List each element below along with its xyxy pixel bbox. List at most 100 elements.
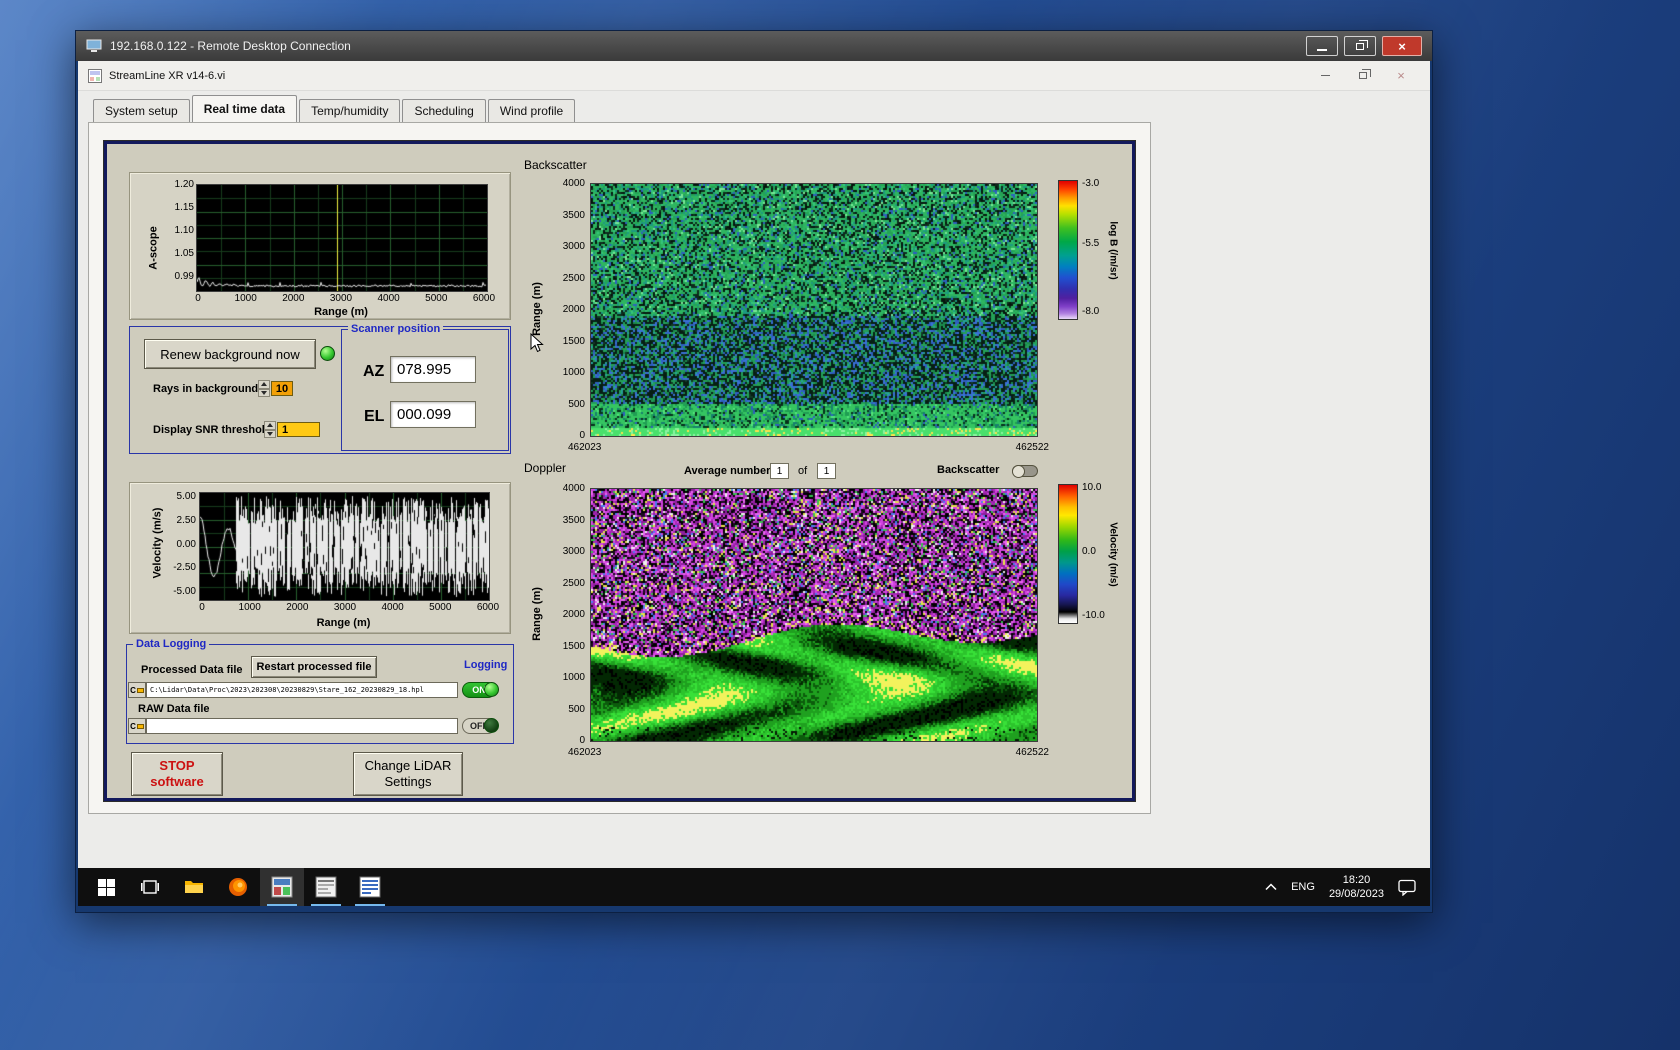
backscatter-display-toggle[interactable]	[1012, 465, 1038, 477]
tab-real-time-data[interactable]: Real time data	[192, 95, 297, 122]
backscatter-ylabel: Range (m)	[531, 282, 543, 336]
mouse-cursor	[530, 333, 546, 353]
average-total-field[interactable]: 1	[817, 463, 836, 479]
file-explorer-button[interactable]	[172, 868, 216, 906]
tab-label: Wind profile	[500, 104, 563, 118]
scanner-position-box: Scanner position AZ 078.995 EL 000.099	[341, 329, 509, 451]
taskbar-clock[interactable]: 18:20 29/08/2023	[1329, 873, 1384, 902]
scan-scheduler-button[interactable]	[304, 868, 348, 906]
tick-label: 0.99	[175, 272, 194, 282]
tick-label: 2500	[563, 274, 585, 284]
app-title: StreamLine XR v14-6.vi	[109, 70, 225, 82]
rdp-restore-button[interactable]	[1344, 36, 1376, 56]
data-logging-box: Data Logging Processed Data file Restart…	[126, 644, 514, 744]
task-view-icon	[141, 879, 159, 895]
rdp-titlebar[interactable]: 192.168.0.122 - Remote Desktop Connectio…	[76, 31, 1432, 61]
renew-background-led	[320, 346, 335, 361]
velocity-plot-canvas	[200, 493, 489, 600]
button-label: Restart processed file	[257, 661, 372, 673]
tab-label: Temp/humidity	[311, 104, 388, 118]
task-view-button[interactable]	[128, 868, 172, 906]
tick-label: 5000	[414, 293, 458, 304]
logging-label: Logging	[464, 659, 507, 671]
show-hidden-icons-chevron[interactable]	[1265, 883, 1277, 891]
restart-processed-file-button[interactable]: Restart processed file	[251, 656, 377, 678]
tick-label: 2.50	[177, 516, 196, 526]
rdp-close-button[interactable]: ×	[1382, 36, 1422, 56]
button-label: Change LiDAR	[365, 758, 452, 774]
rdp-window-controls: ×	[1306, 36, 1422, 56]
front-panel: A-scope 1.201.151.101.050.99 01000200030…	[104, 141, 1135, 801]
app-close-button[interactable]: ×	[1382, 61, 1420, 91]
action-center-icon[interactable]	[1398, 879, 1416, 896]
ascope-xticks: 0100020003000400050006000	[176, 293, 506, 304]
tick-label: 3000	[319, 293, 363, 304]
processed-path-browse-icon[interactable]: C	[128, 682, 146, 698]
raw-logging-led	[484, 718, 499, 733]
folder-icon	[137, 724, 144, 729]
app-titlebar[interactable]: StreamLine XR v14-6.vi ×	[78, 61, 1430, 91]
velocity-graph: Velocity (m/s) 5.002.500.00-2.50-5.00 01…	[129, 482, 511, 634]
tick-label: 0	[180, 602, 224, 613]
snr-threshold-label: Display SNR threshold	[153, 424, 272, 436]
average-number-field[interactable]: 1	[770, 463, 789, 479]
backscatter-plot-area	[590, 183, 1038, 437]
tick-label: 1.10	[175, 226, 194, 236]
field-value: 000.099	[397, 406, 451, 423]
doppler-x-right: 462522	[1005, 747, 1049, 758]
spin-down-icon[interactable]	[264, 430, 276, 439]
doppler-title: Doppler	[524, 461, 566, 475]
colorbar-tick: -3.0	[1082, 178, 1099, 189]
average-number-label: Average number	[684, 465, 770, 477]
tick-label: 6000	[466, 602, 510, 613]
spin-down-icon[interactable]	[258, 389, 270, 398]
firefox-button[interactable]	[216, 868, 260, 906]
streamline-app-button[interactable]	[260, 868, 304, 906]
raw-path-browse-icon[interactable]: C	[128, 718, 146, 734]
tab-wind-profile[interactable]: Wind profile	[488, 99, 575, 122]
spin-up-icon[interactable]	[264, 421, 276, 430]
rays-spinner[interactable]	[258, 380, 270, 397]
background-controls-box: Renew background now Rays in background …	[129, 326, 511, 454]
colorbar-tick: 10.0	[1082, 482, 1101, 493]
terminal-app-button[interactable]	[348, 868, 392, 906]
backscatter-x-right: 462522	[1005, 442, 1049, 453]
doppler-colorbar	[1058, 484, 1078, 624]
tab-system-setup[interactable]: System setup	[93, 99, 190, 122]
content-area: A-scope 1.201.151.101.050.99 01000200030…	[88, 122, 1151, 814]
rays-value-field[interactable]: 10	[271, 381, 293, 396]
el-value-field[interactable]: 000.099	[390, 401, 476, 428]
tick-label: 5.00	[177, 492, 196, 502]
rdp-minimize-button[interactable]	[1306, 36, 1338, 56]
renew-background-button[interactable]: Renew background now	[144, 339, 316, 369]
folder-icon	[137, 688, 144, 693]
az-value-field[interactable]: 078.995	[390, 356, 476, 383]
raw-path-field[interactable]	[146, 718, 458, 734]
processed-logging-led	[484, 682, 499, 697]
tick-label: 1.05	[175, 249, 194, 259]
app-minimize-button[interactable]	[1306, 61, 1344, 91]
processed-data-file-label: Processed Data file	[141, 664, 243, 676]
tab-scheduling[interactable]: Scheduling	[402, 99, 485, 122]
snr-value-field[interactable]: 1	[277, 422, 320, 437]
tab-temp-humidity[interactable]: Temp/humidity	[299, 99, 400, 122]
backscatter-x-left: 462023	[568, 442, 601, 453]
change-lidar-settings-button[interactable]: Change LiDARSettings	[353, 752, 463, 796]
snr-spinner[interactable]	[264, 421, 276, 438]
tick-label: 2000	[275, 602, 319, 613]
spin-up-icon[interactable]	[258, 380, 270, 389]
tick-label: 0.00	[177, 540, 196, 550]
language-indicator[interactable]: ENG	[1291, 881, 1315, 893]
doppler-colorbar-label: Velocity (m/s)	[1108, 522, 1119, 586]
start-button[interactable]	[84, 868, 128, 906]
tick-label: 0	[579, 431, 585, 441]
tick-label: 500	[568, 705, 585, 715]
tick-label: 2000	[563, 610, 585, 620]
tick-label: 2000	[563, 305, 585, 315]
app-restore-button[interactable]	[1344, 61, 1382, 91]
desktop: 192.168.0.122 - Remote Desktop Connectio…	[0, 0, 1680, 1050]
button-label: Renew background now	[160, 347, 299, 362]
processed-path-field[interactable]: C:\Lidar\Data\Proc\2023\202308\20230829\…	[146, 682, 458, 698]
doppler-heatmap-canvas	[591, 489, 1037, 741]
stop-software-button[interactable]: STOPsoftware	[131, 752, 223, 796]
